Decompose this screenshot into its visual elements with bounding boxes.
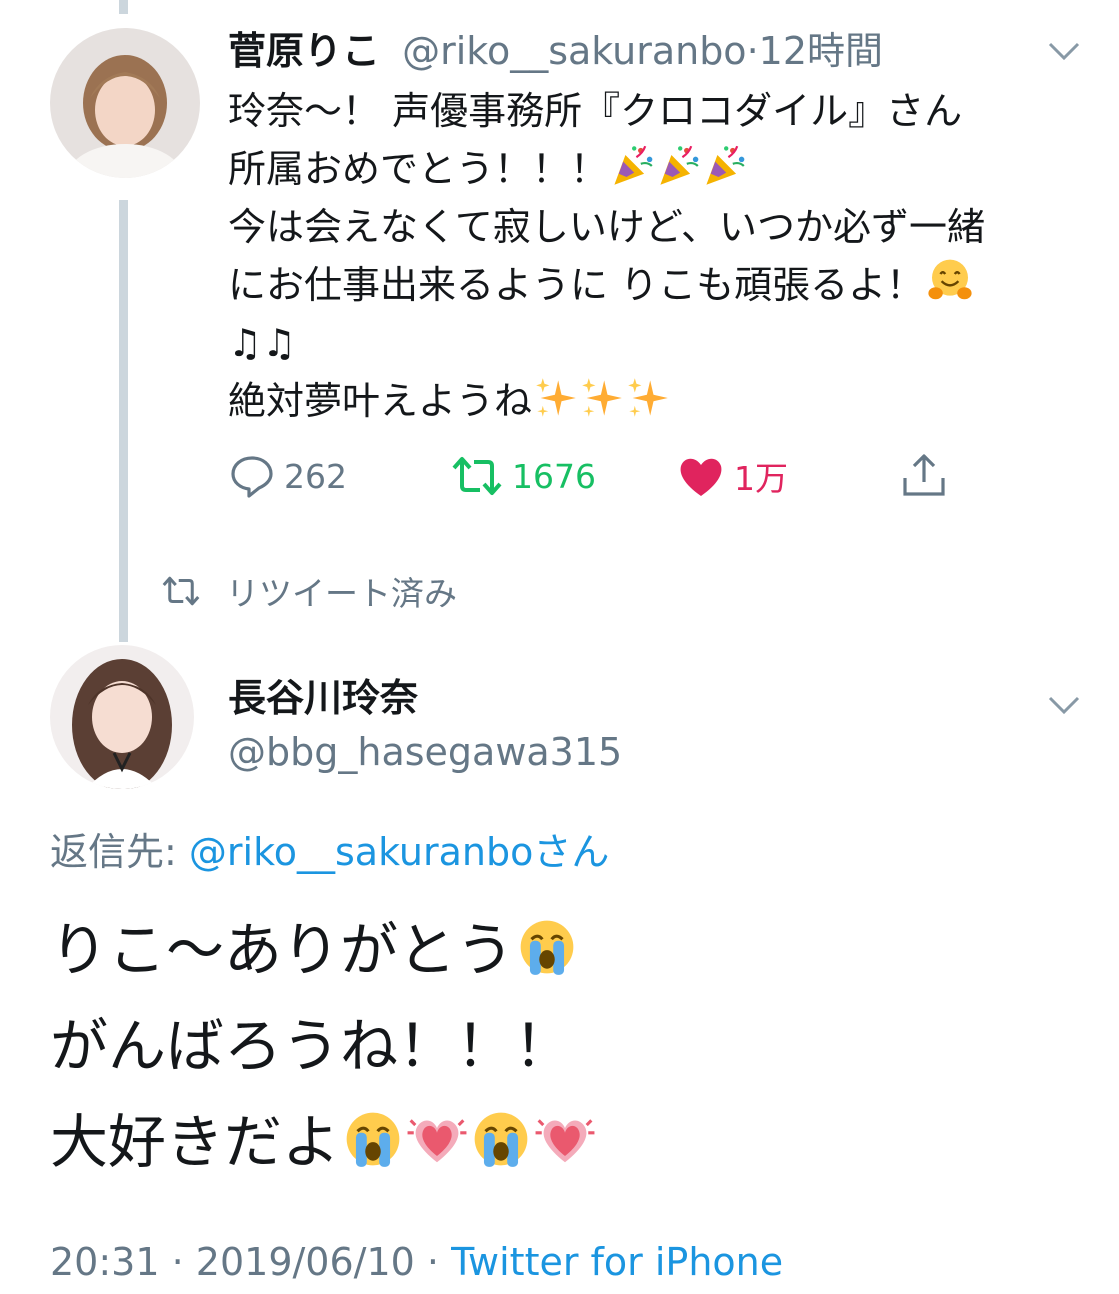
share-button[interactable] (900, 446, 956, 506)
sparkles-icon (534, 376, 578, 420)
replying-to-handle-link[interactable]: @riko__sakuranboさん (189, 830, 609, 874)
reply-bubble-icon (231, 456, 273, 498)
replying-to: 返信先: @riko__sakuranboさん (50, 826, 609, 878)
parent-text-line: にお仕事出来るように りこも頑張るよ！ (228, 256, 1088, 314)
party-popper-icon (702, 144, 746, 188)
retweet-count: 1676 (512, 456, 596, 496)
thread-connector (119, 200, 128, 642)
reply-count: 262 (284, 456, 347, 496)
reply-author-handle[interactable]: @bbg_hasegawa315 (228, 726, 622, 778)
parent-tweet-text: 玲奈〜！ 声優事務所『クロコダイル』さん 所属おめでとう！！！ 今は会えなくて寂… (228, 82, 1088, 430)
replying-to-suffix: さん (533, 830, 610, 874)
loudly-crying-face-icon (470, 1108, 532, 1170)
reply-text-line: がんばろうね！！！ (50, 1012, 573, 1080)
parent-text-line-text: 絶対夢叶えようね (228, 379, 533, 423)
party-popper-icon (656, 144, 700, 188)
footer-separator: · (426, 1240, 440, 1284)
sparkles-icon (626, 376, 670, 420)
reply-text-line: りこ〜ありがとう (50, 902, 596, 998)
parent-text-line-text: 所属おめでとう！！！ (228, 147, 609, 191)
reply-text-line-text: りこ〜ありがとう (50, 916, 515, 984)
reply-author-avatar[interactable] (50, 645, 194, 789)
parent-text-line-text: にお仕事出来るように りこも頑張るよ！ (228, 263, 925, 307)
parent-text-line: 玲奈〜！ 声優事務所『クロコダイル』さん (228, 89, 963, 133)
retweeted-indicator: リツイート済み (160, 566, 457, 616)
loudly-crying-face-icon (516, 916, 578, 978)
like-button[interactable]: 1万 (676, 446, 788, 506)
reply-text-line-text: 大好きだよ (50, 1108, 341, 1176)
parent-text-line: 絶対夢叶えようね (228, 372, 1088, 430)
loudly-crying-face-icon (342, 1108, 404, 1170)
retweet-icon (452, 457, 502, 495)
growing-heart-icon (406, 1108, 468, 1170)
tweet-source-link[interactable]: Twitter for iPhone (451, 1240, 783, 1284)
retweet-button[interactable]: 1676 (450, 446, 596, 506)
parent-author-handle[interactable]: @riko__sakuranbo (402, 29, 746, 73)
reply-author-name[interactable]: 長谷川玲奈 (228, 672, 418, 724)
share-icon (903, 454, 945, 496)
footer-date[interactable]: 2019/06/10 (196, 1240, 415, 1284)
parent-author-name[interactable]: 菅原りこ (228, 29, 380, 73)
sparkles-icon (580, 376, 624, 420)
hugging-face-icon (926, 256, 974, 304)
footer-time[interactable]: 20:31 (50, 1240, 160, 1284)
thread-connector-top (119, 0, 128, 14)
retweeted-label: リツイート済み (226, 574, 457, 613)
header-separator: · (746, 29, 759, 73)
parent-text-line: 今は会えなくて寂しいけど、いつか必ず一緒 (228, 205, 985, 249)
parent-tweet-actions: 262 1676 1万 (228, 446, 968, 506)
replying-to-label: 返信先: (50, 830, 177, 874)
party-popper-icon (610, 144, 654, 188)
heart-icon (680, 458, 722, 496)
footer-separator: · (171, 1240, 184, 1284)
reply-chevron-down-icon[interactable] (1044, 690, 1084, 720)
growing-heart-icon (534, 1108, 596, 1170)
tweet-footer: 20:31 · 2019/06/10 · Twitter for iPhone (50, 1236, 783, 1288)
parent-author-avatar[interactable] (50, 28, 200, 178)
like-count: 1万 (734, 459, 788, 498)
retweet-icon (162, 576, 200, 606)
parent-tweet-header: 菅原りこ @riko__sakuranbo·12時間 (228, 26, 883, 76)
parent-tweet-time[interactable]: 12時間 (759, 29, 883, 73)
reply-text-line: 大好きだよ (50, 1094, 596, 1190)
parent-text-line: 所属おめでとう！！！ (228, 140, 1088, 198)
reply-button[interactable]: 262 (228, 446, 347, 506)
replying-to-handle: @riko__sakuranbo (188, 830, 534, 874)
parent-chevron-down-icon[interactable] (1044, 36, 1084, 66)
parent-text-line: ♫♫ (228, 321, 297, 365)
reply-tweet-text: りこ〜ありがとう がんばろうね！！！ 大好きだよ (50, 902, 596, 1190)
